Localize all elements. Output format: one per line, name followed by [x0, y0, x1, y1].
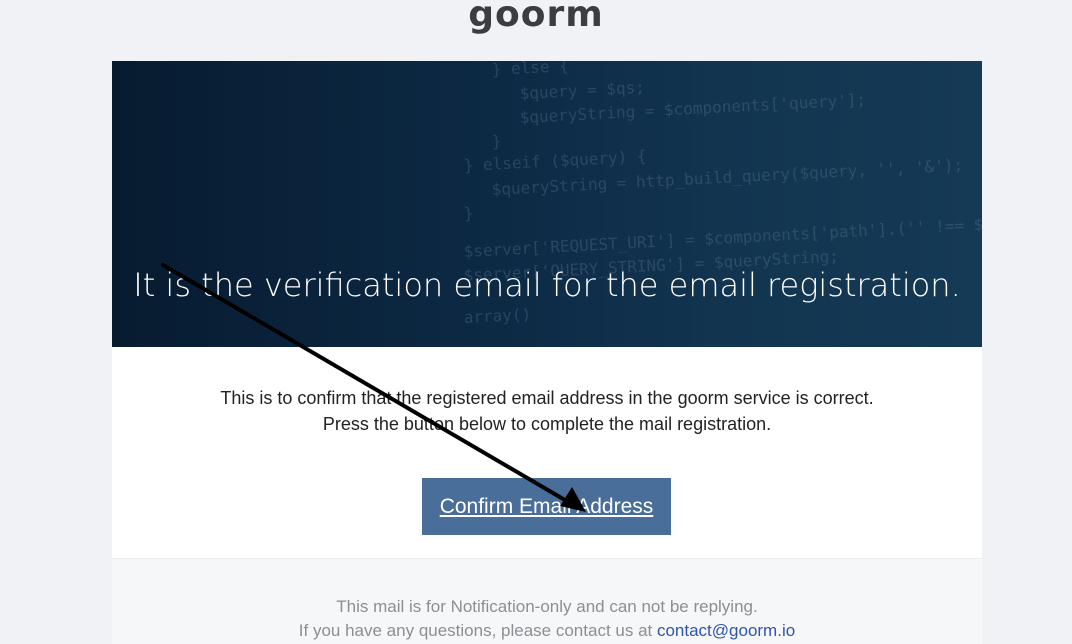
body-line-confirm: This is to confirm that the registered e…: [220, 388, 874, 408]
confirm-email-button[interactable]: Confirm Email Address: [422, 478, 671, 535]
email-page: goorm } else { $query = $qs; $queryStrin…: [0, 0, 1072, 644]
code-line: $query = $qs;: [519, 77, 645, 103]
body-line-instruction: Press the button below to complete the m…: [322, 414, 772, 434]
email-card: } else { $query = $qs; $queryString = $c…: [112, 61, 982, 644]
goorm-logo: goorm: [468, 0, 604, 35]
hero-title: It is the verification email for the ema…: [133, 266, 961, 304]
code-line: array(): [463, 304, 531, 327]
email-body: This is to confirm that the registered e…: [112, 385, 982, 437]
code-line: }: [463, 204, 474, 223]
email-footer: This mail is for Notification-only and c…: [112, 559, 982, 644]
code-line: }: [491, 132, 502, 151]
code-line: } elseif ($query) {: [463, 146, 647, 175]
footer-contact-line: If you have any questions, please contac…: [112, 619, 982, 643]
code-line: } else {: [491, 61, 569, 79]
hero-banner: } else { $query = $qs; $queryString = $c…: [112, 61, 982, 347]
footer-text: This mail is for Notification-only and c…: [112, 595, 982, 643]
contact-email-link[interactable]: contact@goorm.io: [657, 621, 795, 640]
footer-notice: This mail is for Notification-only and c…: [336, 597, 758, 616]
footer-contact-prefix: If you have any questions, please contac…: [298, 621, 657, 640]
confirm-email-button-label: Confirm Email Address: [439, 494, 654, 518]
